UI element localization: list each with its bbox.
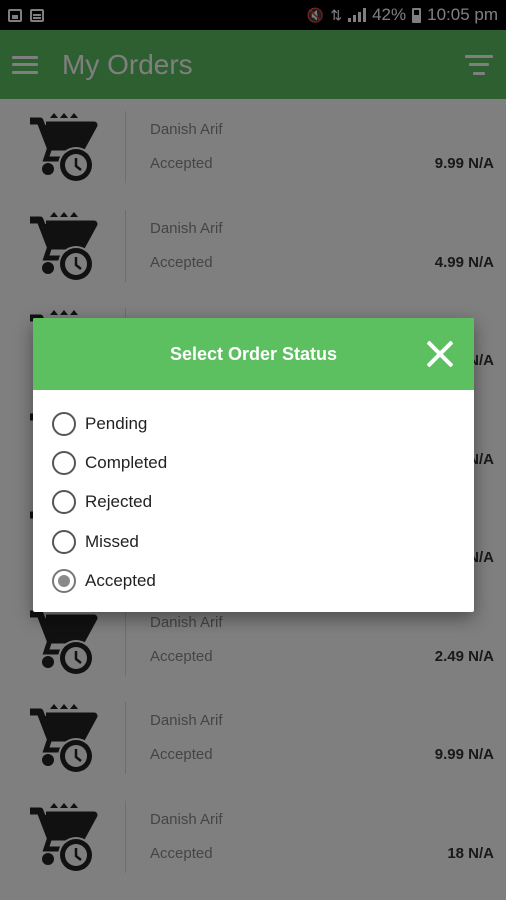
order-status-dialog: Select Order Status Pending Completed Reje… <box>33 318 474 612</box>
option-label: Accepted <box>85 571 156 591</box>
option-label: Completed <box>85 453 168 473</box>
option-label: Pending <box>85 413 148 433</box>
status-option-accepted[interactable]: Accepted <box>33 562 474 601</box>
status-option-pending[interactable]: Pending <box>33 404 474 443</box>
radio-unselected-icon[interactable] <box>52 451 76 476</box>
status-options: Pending Completed Rejected Missed Accepted <box>33 390 474 601</box>
dialog-header: Select Order Status <box>33 318 474 390</box>
status-option-completed[interactable]: Completed <box>33 443 474 482</box>
radio-unselected-icon[interactable] <box>52 529 76 554</box>
option-label: Rejected <box>85 492 153 512</box>
radio-selected-icon[interactable] <box>52 569 76 594</box>
status-option-rejected[interactable]: Rejected <box>33 483 474 522</box>
dialog-title: Select Order Status <box>169 343 338 364</box>
status-option-missed[interactable]: Missed <box>33 522 474 561</box>
close-icon[interactable] <box>426 340 454 368</box>
radio-unselected-icon[interactable] <box>52 490 76 515</box>
radio-unselected-icon[interactable] <box>52 411 76 436</box>
option-label: Missed <box>85 531 139 551</box>
